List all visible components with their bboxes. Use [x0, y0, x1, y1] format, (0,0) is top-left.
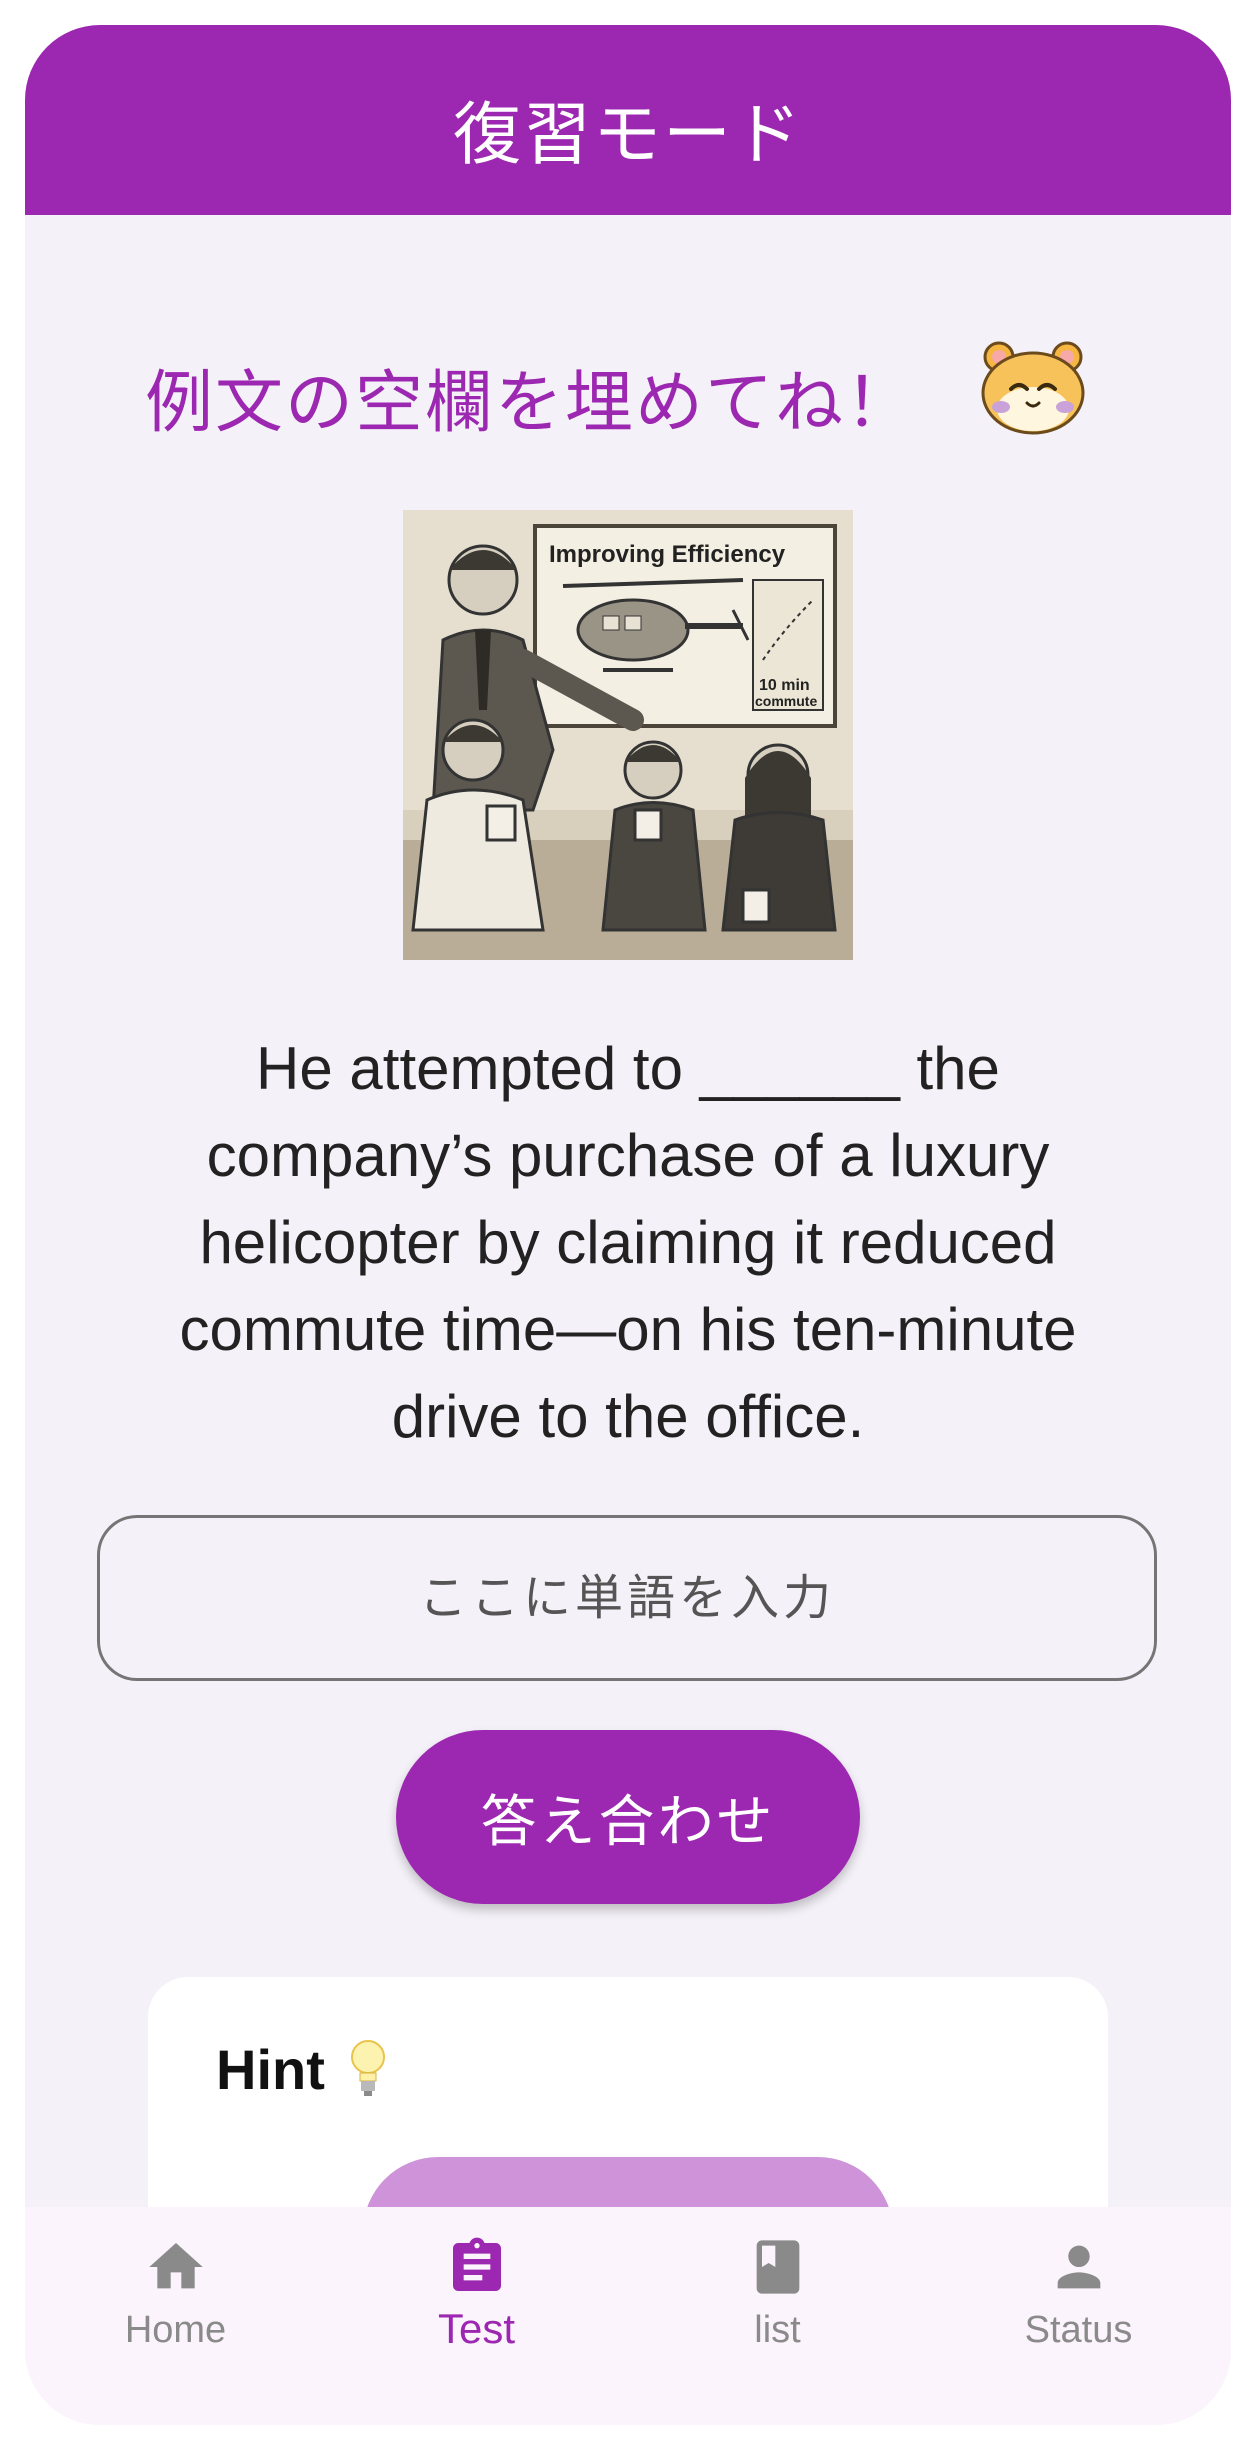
example-sentence: He attempted to ______ the company’s pur… — [179, 1035, 1077, 1450]
lightbulb-icon — [351, 2040, 385, 2096]
prompt-row: 例文の空欄を埋めてね！ — [25, 325, 1231, 465]
home-icon — [148, 2243, 203, 2289]
hint-title: Hint — [216, 2038, 325, 2101]
nav-label-list: list — [754, 2309, 801, 2351]
sign-title: Improving Efficiency — [549, 541, 786, 568]
clipboard-icon — [452, 2237, 501, 2291]
nav-label-test: Test — [437, 2305, 516, 2352]
person-icon — [1057, 2245, 1100, 2289]
nav-item-list[interactable]: list — [627, 2207, 928, 2425]
prompt-text: 例文の空欄を埋めてね！ — [145, 364, 916, 443]
app-bar: 復習モード — [25, 25, 1231, 215]
book-icon — [756, 2240, 799, 2294]
sign-note-line2: commute — [755, 693, 817, 709]
nav-label-home: Home — [124, 2309, 227, 2351]
nav-label-status: Status — [1024, 2309, 1133, 2351]
nav-item-test[interactable]: Test — [326, 2207, 627, 2425]
meeting-illustration: Improving Efficiency 10 min commute — [403, 510, 853, 960]
sign-note-line1: 10 min — [759, 677, 810, 694]
hamster-face-icon — [981, 341, 1085, 435]
answer-input[interactable] — [97, 1515, 1157, 1681]
page-title: 復習モード — [452, 95, 803, 175]
check-answer-button[interactable]: 答え合わせ — [396, 1730, 860, 1904]
phone-screen: 復習モード 例文の空欄を埋めてね！ Improving Efficiency 1… — [25, 25, 1231, 2425]
bottom-navigation: Home Test list Status — [25, 2207, 1231, 2425]
nav-item-status[interactable]: Status — [928, 2207, 1229, 2425]
nav-item-home[interactable]: Home — [25, 2207, 326, 2425]
